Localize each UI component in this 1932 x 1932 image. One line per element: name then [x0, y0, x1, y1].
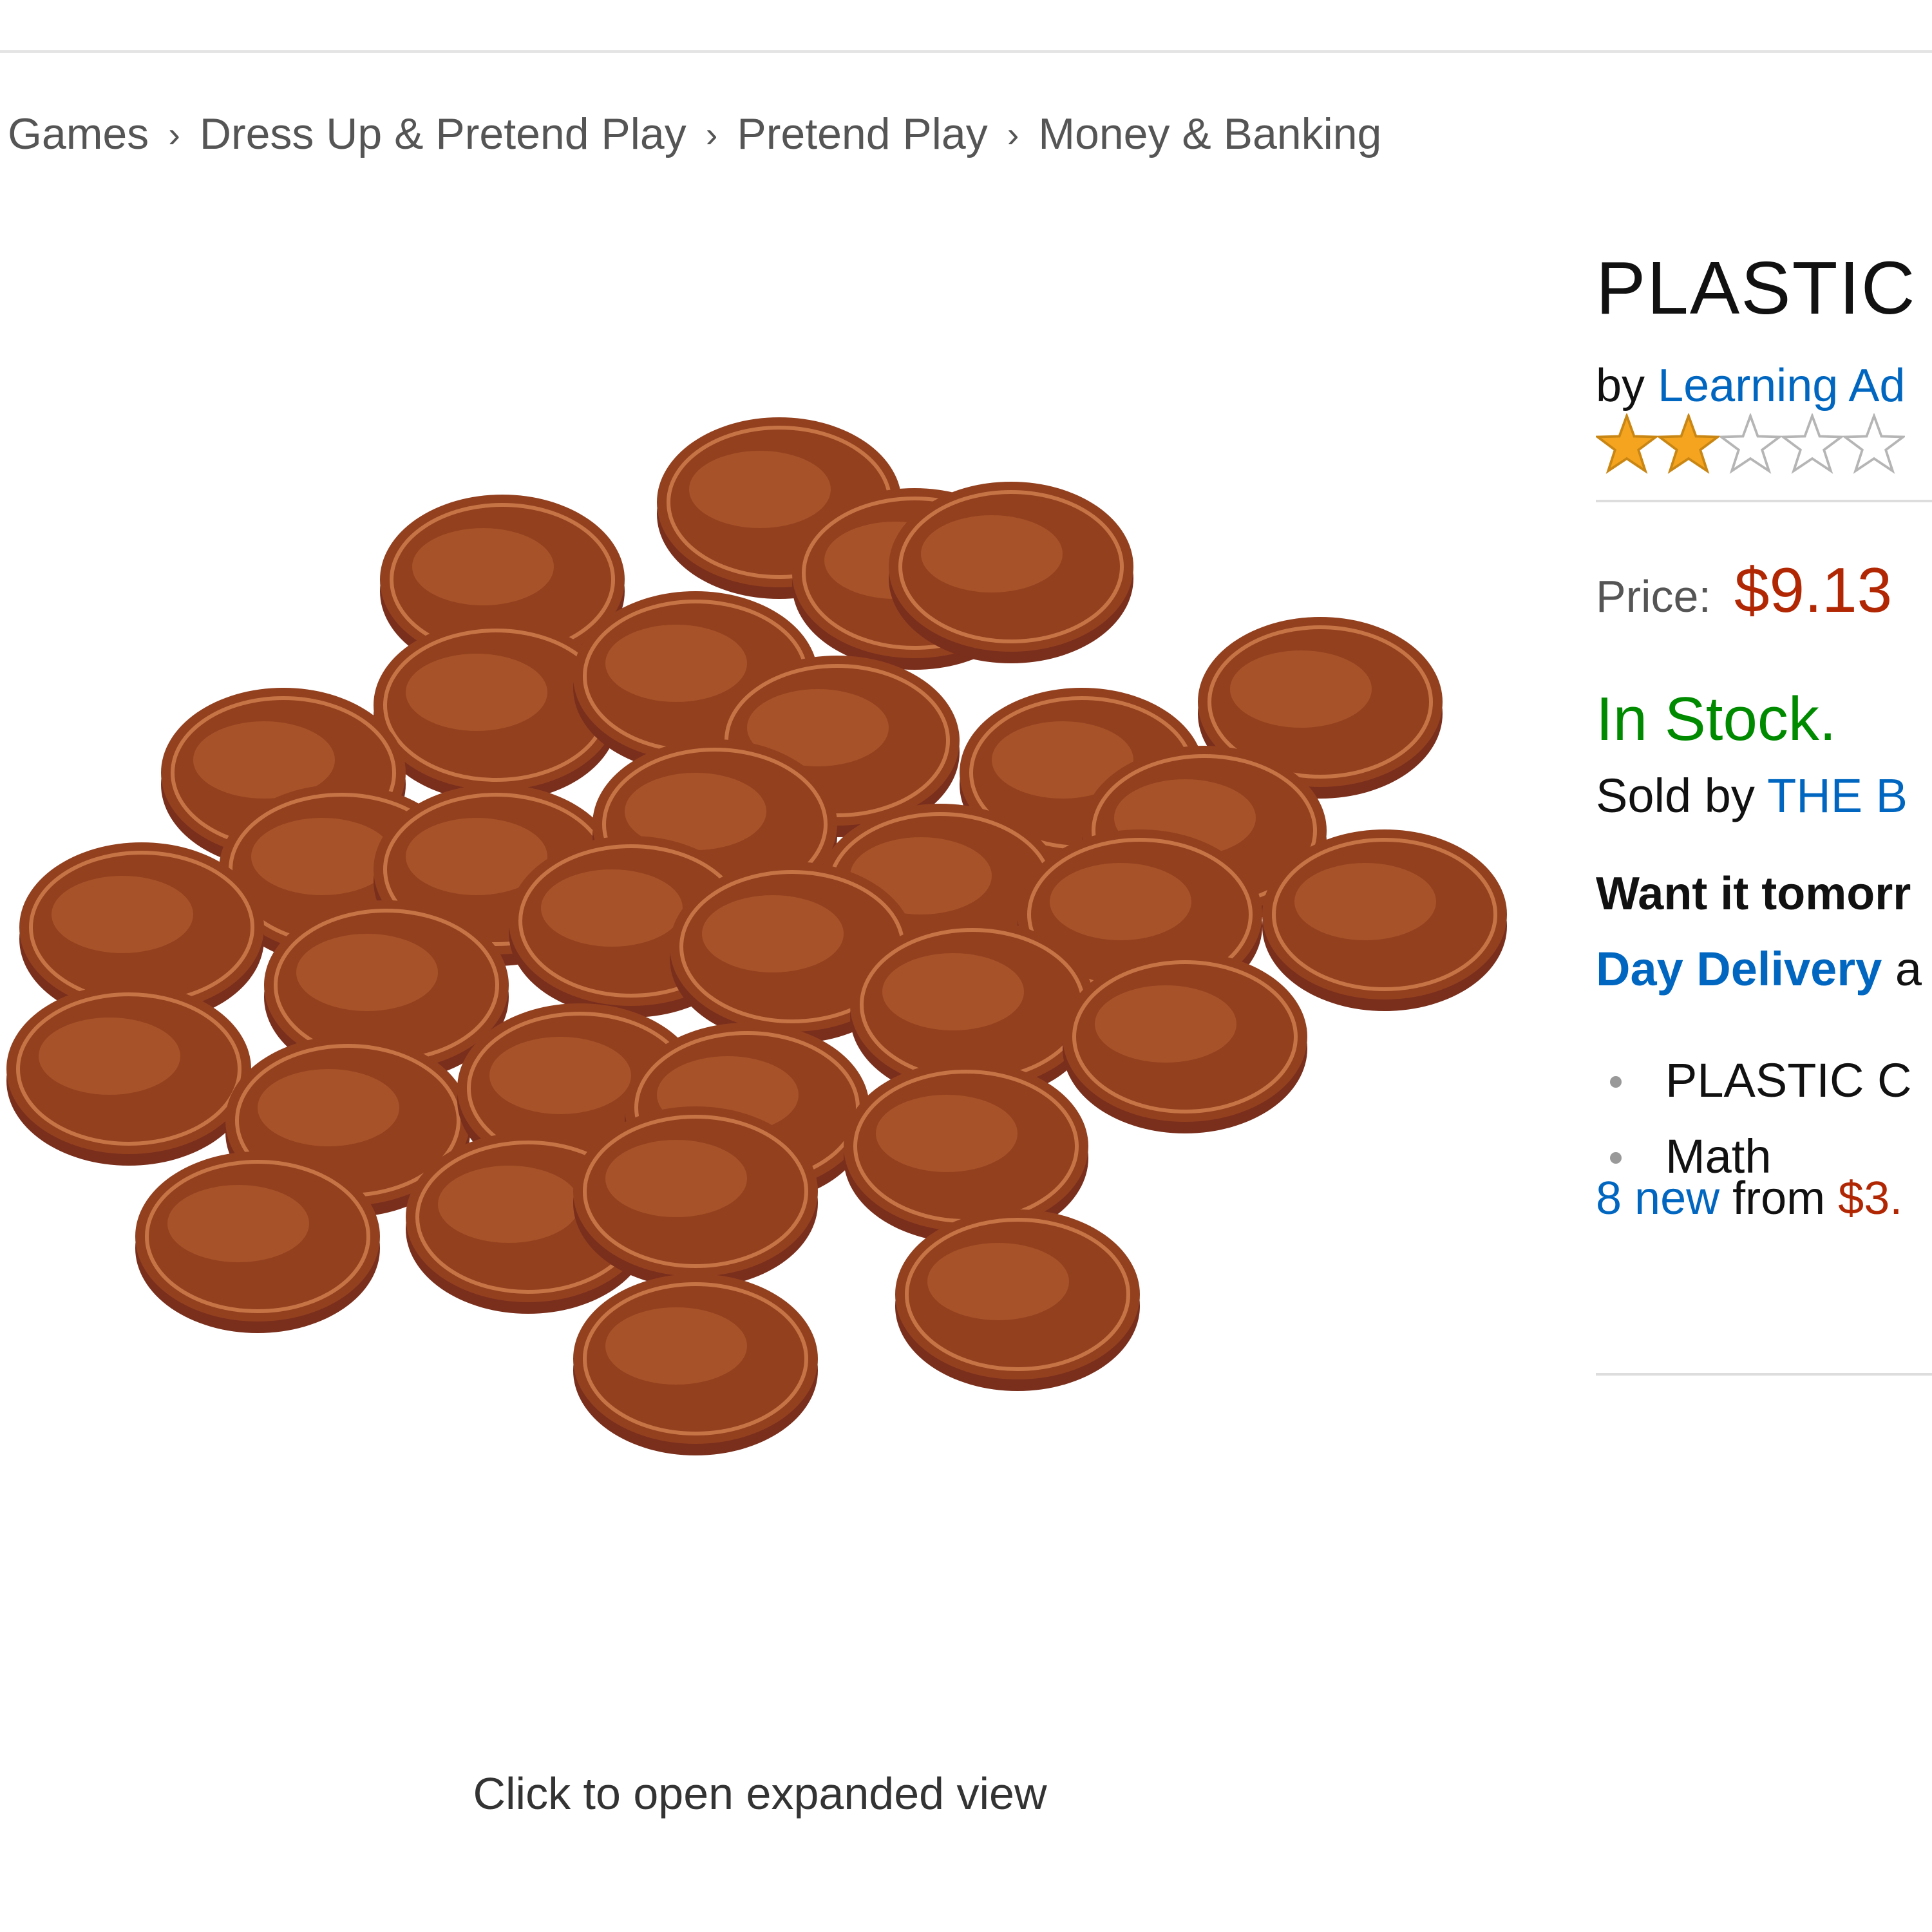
breadcrumb-separator-icon: ›	[1007, 113, 1019, 155]
offers-price: $3.	[1838, 1173, 1903, 1224]
byline: by Learning Ad	[1596, 359, 1905, 412]
seller-link[interactable]: THE B	[1767, 769, 1908, 822]
product-details-panel: PLASTIC by Learning Ad Price: $9.13 In S…	[1596, 245, 1932, 1378]
divider	[1596, 1373, 1932, 1376]
delivery-option-link[interactable]: Day Delivery	[1596, 942, 1882, 996]
product-title: PLASTIC	[1596, 246, 1917, 330]
expand-view-caption[interactable]: Click to open expanded view	[0, 1768, 1520, 1819]
coin-icon	[895, 1209, 1140, 1391]
coin-icon	[1262, 829, 1507, 1011]
star-filled-icon	[1658, 413, 1719, 474]
breadcrumb-dress-up[interactable]: Dress Up & Pretend Play	[200, 109, 687, 159]
divider	[1596, 500, 1932, 502]
other-offers: 8 new from $3.	[1596, 1172, 1902, 1225]
breadcrumb-separator-icon: ›	[168, 113, 180, 155]
price-label: Price:	[1596, 571, 1711, 621]
delivery-promo: Want it tomorr	[1596, 868, 1911, 920]
sold-by: Sold by THE B	[1596, 768, 1908, 823]
delivery-option: Day Delivery a	[1596, 942, 1922, 996]
breadcrumb-pretend-play[interactable]: Pretend Play	[737, 109, 987, 159]
coin-icon	[6, 984, 251, 1166]
offers-from: from	[1732, 1173, 1826, 1224]
breadcrumb-money-banking[interactable]: Money & Banking	[1038, 109, 1381, 159]
coin-icon	[1063, 952, 1307, 1133]
sold-by-prefix: Sold by	[1596, 769, 1755, 822]
star-empty-icon	[1781, 413, 1843, 474]
coin-icon	[573, 1274, 818, 1455]
delivery-option-rest: a	[1895, 942, 1922, 996]
byline-prefix: by	[1596, 360, 1645, 412]
brand-link[interactable]: Learning Ad	[1658, 360, 1905, 412]
star-filled-icon	[1596, 413, 1658, 474]
star-empty-icon	[1843, 413, 1905, 474]
coin-icon	[889, 482, 1133, 663]
new-offers-link[interactable]: 8 new	[1596, 1173, 1719, 1224]
coin-icon	[573, 1106, 818, 1288]
star-empty-icon	[1719, 413, 1781, 474]
top-divider	[0, 50, 1932, 53]
stock-status: In Stock.	[1596, 685, 1837, 753]
breadcrumb: Games › Dress Up & Pretend Play › Preten…	[8, 108, 1381, 160]
price-row: Price: $9.13	[1596, 554, 1892, 627]
coin-pile-image[interactable]	[0, 386, 1533, 1610]
coin-icon	[135, 1151, 380, 1333]
feature-bullet: PLASTIC C	[1596, 1053, 1911, 1129]
price-value: $9.13	[1734, 554, 1893, 625]
product-image[interactable]	[0, 386, 1533, 1610]
star-rating[interactable]	[1596, 413, 1905, 478]
breadcrumb-separator-icon: ›	[705, 113, 718, 155]
breadcrumb-games[interactable]: Games	[8, 109, 149, 159]
